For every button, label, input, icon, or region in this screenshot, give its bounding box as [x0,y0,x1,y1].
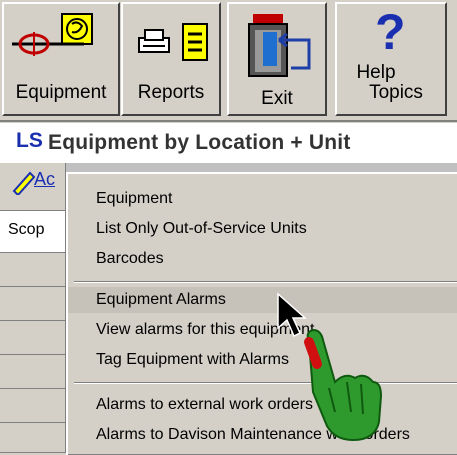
main-toolbar: Equipment Reports Exit ? Help Topics [0,0,457,122]
menu-separator [74,382,457,384]
grid-row[interactable] [0,389,66,423]
menu-item-davison-work-orders[interactable]: Alarms to Davison Maintenance work order… [68,422,457,448]
equipment-button[interactable]: Equipment [2,2,120,116]
grid-header-cell[interactable]: Ac [0,163,66,211]
printer-icon [138,29,170,53]
help-topics-button[interactable]: ? Help Topics [335,2,447,116]
equipment-icon [12,13,93,56]
grid-cell-text: Scop [8,221,45,238]
pencil-icon [12,171,36,195]
report-document-icon [182,23,208,61]
window-titlebar: LS Equipment by Location + Unit [0,123,457,163]
window-icon: LS [16,129,43,152]
question-mark-icon: ? [375,4,406,60]
menu-item-equipment[interactable]: Equipment [68,186,457,212]
equipment-label: Equipment [15,82,107,103]
menu-item-tag-equipment[interactable]: Tag Equipment with Alarms [68,347,457,373]
window-title: Equipment by Location + Unit [48,131,351,154]
menu-item-equipment-alarms[interactable]: Equipment Alarms [68,287,457,313]
grid-row[interactable] [0,253,66,287]
menu-item-view-alarms[interactable]: View alarms for this equipment [68,317,457,343]
help-label-line2: Topics [369,82,423,103]
reports-label: Reports [137,82,205,103]
pointing-hand-icon [304,328,383,442]
exit-button[interactable]: Exit [227,2,327,116]
grid-row[interactable] [0,287,66,321]
reports-button[interactable]: Reports [121,2,221,116]
menu-separator [74,281,457,283]
grid-header-label: Ac [34,169,56,189]
context-menu: Equipment List Only Out-of-Service Units… [66,172,457,455]
grid-cell[interactable]: Scop [0,211,66,253]
grid-row[interactable] [0,321,66,355]
grid-row[interactable] [0,423,66,453]
grid-row[interactable] [0,355,66,389]
exit-label: Exit [261,88,293,109]
menu-item-barcodes[interactable]: Barcodes [68,246,457,272]
menu-item-out-of-service[interactable]: List Only Out-of-Service Units [68,216,457,242]
menu-item-external-work-orders[interactable]: Alarms to external work orders [68,392,457,418]
help-label-line1: Help [356,62,396,83]
